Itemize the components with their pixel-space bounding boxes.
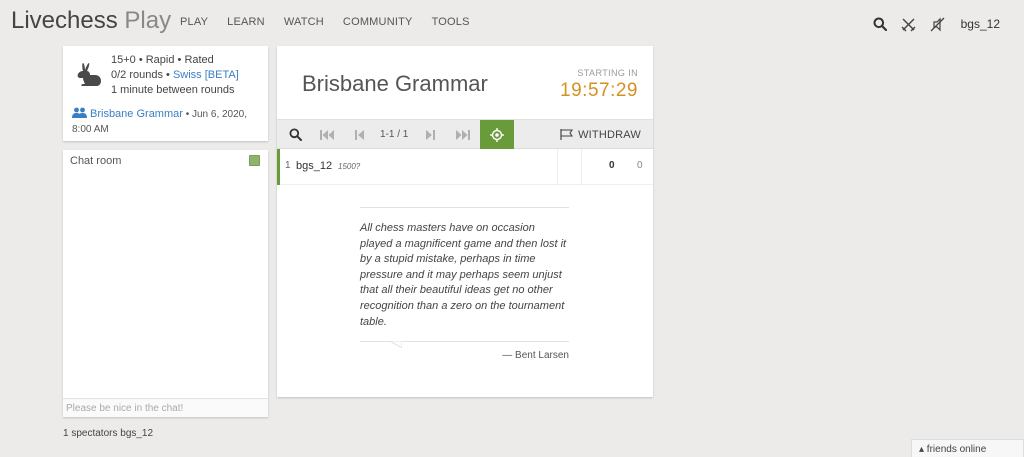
column-divider [557,149,558,185]
time-control-text: 15+0 • Rapid • Rated [111,54,214,66]
tournament-settings: 15+0 • Rapid • Rated 0/2 rounds • Swiss … [111,53,239,98]
quote-divider-top [360,207,569,208]
main-nav: PLAY LEARN WATCH COMMUNITY TOOLS [180,16,489,28]
starting-in-label: STARTING IN [577,68,638,78]
next-page-icon[interactable] [422,120,438,149]
nav-play[interactable]: PLAY [180,16,208,28]
user-menu[interactable]: bgs_12 [961,17,1000,31]
club-line: Brisbane Grammar • Jun 6, 2020, 8:00 AM [72,107,262,137]
search-icon[interactable] [872,16,888,32]
quote-notch [390,341,402,349]
mute-icon[interactable] [930,16,946,32]
countdown-clock: 19:57:29 [560,80,638,101]
nav-tools[interactable]: TOOLS [432,16,470,28]
column-divider [581,149,582,185]
header-actions: bgs_12 [872,12,1024,36]
spectators-list: 1 spectators bgs_12 [63,428,154,439]
brand-main: Livechess [11,7,118,34]
rabbit-icon [77,63,101,86]
search-player-icon[interactable] [286,120,304,149]
nav-community[interactable]: COMMUNITY [343,16,413,28]
chat-toggle-checkbox[interactable] [249,155,260,166]
standings-controls: 1-1 / 1 WITHDRAW [277,119,653,149]
club-link[interactable]: Brisbane Grammar [90,108,183,120]
nav-watch[interactable]: WATCH [284,16,324,28]
quote-block: All chess masters have on occasion playe… [360,207,569,361]
nav-learn[interactable]: LEARN [227,16,265,28]
locate-me-button[interactable] [480,120,514,149]
withdraw-button[interactable]: WITHDRAW [560,120,641,149]
player-rank: 1 [285,160,291,171]
crosshair-icon [490,127,504,142]
quote-text: All chess masters have on occasion playe… [360,222,567,328]
first-page-icon[interactable] [317,120,337,149]
rounds-line: 0/2 rounds • Swiss [BETA] [111,68,239,83]
table-row[interactable]: 1 bgs_12 1500? 0 0 [277,149,653,185]
page-indicator: 1-1 / 1 [380,129,409,140]
chat-room: Chat room [63,150,268,417]
brand-suffix: Play [117,7,172,34]
player-rating: 1500? [338,162,361,171]
tournament-info-box: 15+0 • Rapid • Rated 0/2 rounds • Swiss … [63,46,268,141]
site-logo[interactable]: Livechess Play [11,7,171,35]
swords-icon[interactable] [901,16,917,32]
top-bar: Livechess Play PLAY LEARN WATCH COMMUNIT… [0,0,1024,46]
tournament-panel: Brisbane Grammar STARTING IN 19:57:29 1-… [277,46,653,397]
player-score: 0 [609,160,615,171]
system-link[interactable]: Swiss [BETA] [173,69,239,81]
quote-author: — Bent Larsen [502,350,569,362]
player-name[interactable]: bgs_12 [296,160,332,172]
last-page-icon[interactable] [453,120,473,149]
between-rounds-text: 1 minute between rounds [111,84,235,96]
people-icon [72,107,87,118]
flag-icon [560,129,574,140]
withdraw-label: WITHDRAW [578,128,641,141]
tournament-title: Brisbane Grammar [302,71,488,96]
chat-input[interactable] [63,398,268,417]
row-highlight [277,149,280,185]
player-performance: 0 [637,160,643,171]
chat-title: Chat room [70,155,122,167]
previous-page-icon[interactable] [351,120,367,149]
quote-divider-bottom [360,341,569,349]
rounds-text: 0/2 rounds • [111,69,173,81]
friends-online-toggle[interactable]: ▴ friends online [911,439,1024,457]
